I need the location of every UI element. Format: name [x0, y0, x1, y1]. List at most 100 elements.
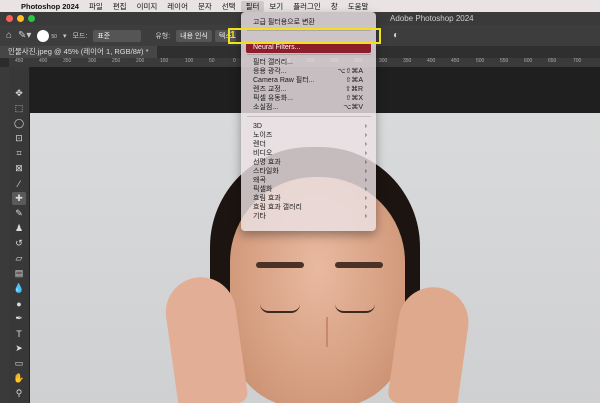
menu-item-pixelate[interactable]: 픽셀화 ›	[253, 185, 373, 194]
menu-item-video[interactable]: 비디오 ›	[253, 149, 373, 158]
menu-layer[interactable]: 레이어	[162, 1, 193, 12]
gradient-tool-icon[interactable]: ▤	[12, 267, 26, 280]
ruler-tick: 50	[209, 58, 215, 64]
healing-brush-preset-icon[interactable]: ✎▾	[18, 30, 31, 41]
mac-menubar: Photoshop 2024 파일 편집 이미지 레이어 문자 선택 필터 보기…	[0, 0, 600, 12]
clone-stamp-tool-icon[interactable]: ♟	[12, 222, 26, 235]
menu-item-blur[interactable]: 흐림 효과 ›	[253, 194, 373, 203]
document-tab[interactable]: 인물사진.jpeg @ 45% (레이어 1, RGB/8#) *	[0, 46, 157, 58]
lasso-tool-icon[interactable]: ◯	[12, 117, 26, 130]
ruler-tick: 400	[427, 58, 436, 64]
portrait-right-eye	[335, 304, 375, 313]
menu-item-label: 스타일화	[253, 168, 279, 175]
menu-window[interactable]: 창	[326, 1, 343, 12]
menu-item-camera-raw[interactable]: Camera Raw 필터... ⇧⌘A	[253, 76, 373, 85]
menu-item-vanishing-point[interactable]: 소실점... ⌥⌘V	[253, 103, 373, 112]
menu-item-lens-correction[interactable]: 렌즈 교정... ⇧⌘R	[253, 85, 373, 94]
menu-item-liquify[interactable]: 픽셀 유동화... ⇧⌘X	[253, 94, 373, 103]
menu-item-neural-filters[interactable]: Neural Filters...	[253, 43, 300, 53]
menu-item-noise[interactable]: 노이즈 ›	[253, 131, 373, 140]
menu-item-label: 선명 효과	[253, 159, 281, 166]
portrait-left-brow	[256, 262, 304, 268]
crop-tool-icon[interactable]: ⌗	[12, 147, 26, 160]
home-icon[interactable]: ⌂	[6, 30, 12, 41]
menu-edit[interactable]: 편집	[108, 1, 132, 12]
menu-item-label: 왜곡	[253, 177, 266, 184]
hand-tool-icon[interactable]: ✋	[12, 372, 26, 385]
pen-tool-icon[interactable]: ✒	[12, 312, 26, 325]
path-select-tool-icon[interactable]: ➤	[12, 342, 26, 355]
zoom-tool-icon[interactable]: ⚲	[12, 387, 26, 400]
menu-item-label: Camera Raw 필터...	[253, 77, 315, 84]
menu-item-label: 픽셀 유동화...	[253, 95, 293, 102]
eyedropper-tool-icon[interactable]: ⁄	[12, 177, 26, 190]
zoom-button[interactable]	[28, 15, 35, 22]
menu-help[interactable]: 도움말	[343, 1, 374, 12]
brush-size-value: 50	[51, 33, 57, 40]
minimize-button[interactable]	[17, 15, 24, 22]
ruler-tick: 250	[112, 58, 121, 64]
menu-file[interactable]: 파일	[84, 1, 108, 12]
ruler-tick: 450	[451, 58, 460, 64]
healing-brush-tool-icon[interactable]: ✚	[12, 192, 26, 205]
rectangle-tool-icon[interactable]: ▭	[12, 357, 26, 370]
menu-type[interactable]: 문자	[193, 1, 217, 12]
blur-tool-icon[interactable]: 💧	[12, 282, 26, 295]
menu-view[interactable]: 보기	[264, 1, 288, 12]
menu-item-other[interactable]: 기타 ›	[253, 212, 373, 221]
pressure-icon[interactable]: ◐	[393, 30, 399, 41]
window-title: Adobe Photoshop 2024	[390, 14, 474, 23]
menu-item-shortcut: ⇧⌘A	[345, 77, 363, 84]
menu-app[interactable]: Photoshop 2024	[16, 2, 84, 11]
menu-plugins[interactable]: 플러그인	[288, 1, 326, 12]
object-select-tool-icon[interactable]: ⊡	[12, 132, 26, 145]
frame-tool-icon[interactable]: ⊠	[12, 162, 26, 175]
brush-settings-icon[interactable]: ▾	[63, 32, 67, 40]
move-tool-icon[interactable]: ✥	[12, 87, 26, 100]
ruler-tick: 200	[136, 58, 145, 64]
menu-item-stylize[interactable]: 스타일화 ›	[253, 167, 373, 176]
menu-item-label: 흐림 효과	[253, 195, 281, 202]
window-controls	[6, 15, 35, 22]
menu-item-label: 렌즈 교정...	[253, 86, 287, 93]
mode-select[interactable]: 표준	[93, 29, 142, 42]
menu-image[interactable]: 이미지	[132, 1, 163, 12]
submenu-arrow-icon: ›	[364, 132, 367, 139]
menu-item-3d[interactable]: 3D ›	[253, 122, 373, 131]
close-button[interactable]	[6, 15, 13, 22]
menu-select[interactable]: 선택	[217, 1, 241, 12]
menu-filter[interactable]: 필터	[240, 0, 265, 12]
menu-item-shortcut: ⇧⌘R	[345, 86, 363, 93]
type-label: 유형:	[155, 32, 171, 40]
ruler-tick: 400	[39, 58, 48, 64]
brush-tool-icon[interactable]: ✎	[12, 207, 26, 220]
eraser-tool-icon[interactable]: ▱	[12, 252, 26, 265]
history-brush-tool-icon[interactable]: ↺	[12, 237, 26, 250]
menu-item-convert-smart-filters[interactable]: 고급 필터용으로 변환	[253, 18, 373, 27]
menu-item-sharpen[interactable]: 선명 효과 ›	[253, 158, 373, 167]
content-aware-button[interactable]: 내용 인식	[176, 29, 212, 42]
menu-item-label: 픽셀화	[253, 186, 273, 193]
menu-item-blur-gallery[interactable]: 흐림 효과 갤러리 ›	[253, 203, 373, 212]
submenu-arrow-icon: ›	[364, 141, 367, 148]
ruler-tick: 300	[88, 58, 97, 64]
menu-item-shortcut: ⌥⌘V	[343, 104, 363, 111]
type-tool-icon[interactable]: T	[12, 327, 26, 340]
brush-size-picker[interactable]: 50	[37, 29, 57, 42]
menu-item-label: 응용 광각...	[253, 68, 287, 75]
ruler-tick: 600	[524, 58, 533, 64]
menu-item-adaptive-wide-angle[interactable]: 응용 광각... ⌥⇧⌘A	[253, 67, 373, 76]
dodge-tool-icon[interactable]: ●	[12, 297, 26, 310]
menu-item-filter-gallery[interactable]: 필터 갤러리...	[253, 58, 373, 67]
ruler-tick: 700	[573, 58, 582, 64]
submenu-arrow-icon: ›	[364, 150, 367, 157]
menu-item-render[interactable]: 렌더 ›	[253, 140, 373, 149]
menu-divider	[247, 116, 371, 117]
menu-item-distort[interactable]: 왜곡 ›	[253, 176, 373, 185]
tools-panel: ✥ ⬚ ◯ ⊡ ⌗ ⊠ ⁄ ✚ ✎ ♟ ↺ ▱ ▤ 💧 ● ✒ T ➤ ▭ ✋ …	[9, 67, 30, 403]
menu-item-label: 노이즈	[253, 132, 273, 139]
marquee-tool-icon[interactable]: ⬚	[12, 102, 26, 115]
ruler-tick: 300	[379, 58, 388, 64]
annotation-number: 1	[230, 30, 236, 41]
submenu-arrow-icon: ›	[364, 159, 367, 166]
